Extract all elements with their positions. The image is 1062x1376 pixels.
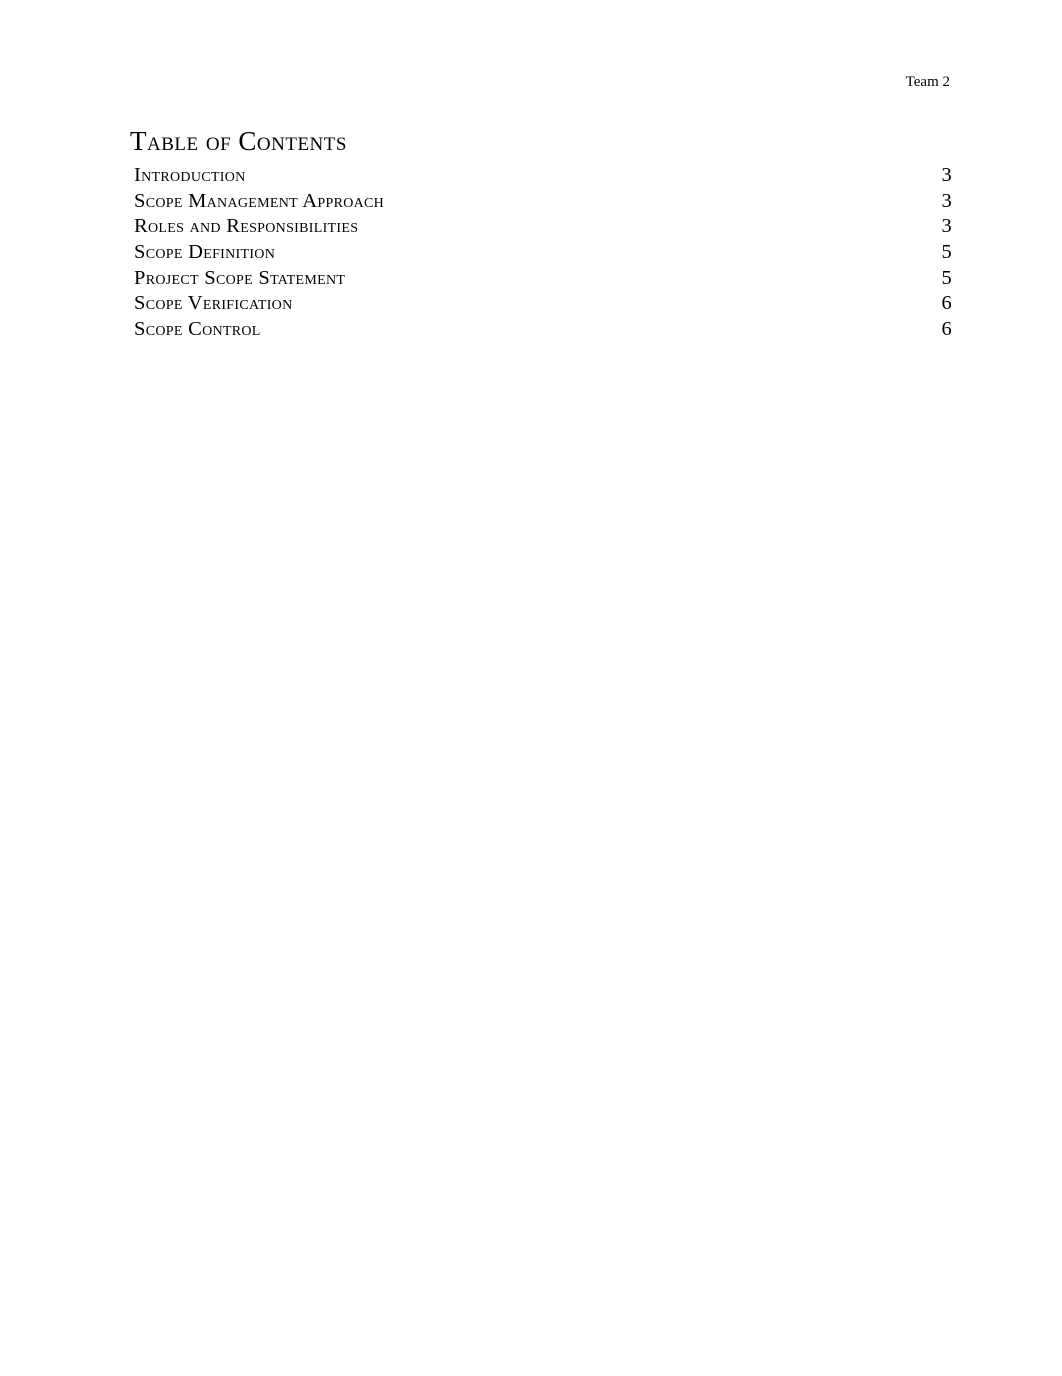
toc-entry-label: Roles and Responsibilities <box>134 214 358 240</box>
page-body: Table of Contents Introduction 3 Scope M… <box>0 0 1062 402</box>
toc-entry-page: 3 <box>941 163 952 189</box>
toc-entry-label: Introduction <box>134 163 246 189</box>
toc-entry-label: Scope Definition <box>134 240 275 266</box>
toc-entry-page: 6 <box>941 291 952 317</box>
toc-entry-page: 6 <box>941 317 952 343</box>
toc-entry: Scope Management Approach 3 <box>130 189 952 215</box>
toc-entry-page: 5 <box>941 240 952 266</box>
toc-entry-page: 5 <box>941 266 952 292</box>
toc-entry-label: Project Scope Statement <box>134 266 345 292</box>
toc-entry-page: 3 <box>941 189 952 215</box>
toc-title: Table of Contents <box>130 126 952 157</box>
toc-entry: Roles and Responsibilities 3 <box>130 214 952 240</box>
toc-entry: Introduction 3 <box>130 163 952 189</box>
toc-entry-label: Scope Management Approach <box>134 189 384 215</box>
page-header-label: Team 2 <box>906 74 950 91</box>
toc-list: Introduction 3 Scope Management Approach… <box>130 163 952 342</box>
toc-entry: Scope Definition 5 <box>130 240 952 266</box>
toc-entry: Scope Verification 6 <box>130 291 952 317</box>
toc-entry: Scope Control 6 <box>130 317 952 343</box>
toc-entry-label: Scope Control <box>134 317 261 343</box>
toc-entry-page: 3 <box>941 214 952 240</box>
toc-entry: Project Scope Statement 5 <box>130 266 952 292</box>
toc-entry-label: Scope Verification <box>134 291 292 317</box>
